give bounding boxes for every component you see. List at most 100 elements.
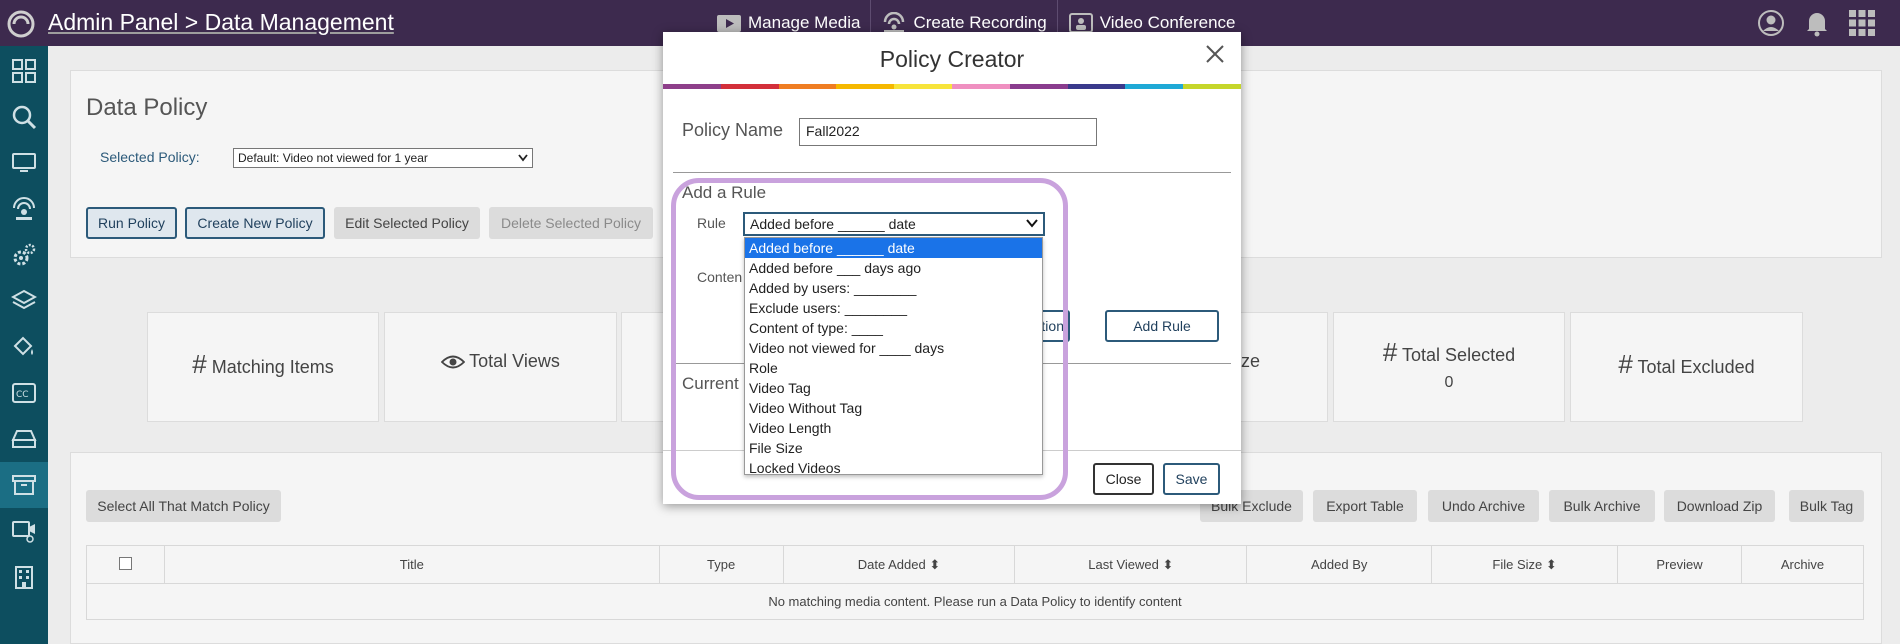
column-archive: Archive [1740, 545, 1865, 584]
sidebar-item-broadcast[interactable] [0, 186, 48, 232]
create-new-policy-button[interactable]: Create New Policy [185, 207, 325, 239]
table-header-row: Title Type Date Added ⬍ Last Viewed ⬍ Ad… [86, 545, 1865, 584]
results-table: Title Type Date Added ⬍ Last Viewed ⬍ Ad… [86, 545, 1865, 620]
bulk-archive-button[interactable]: Bulk Archive [1549, 490, 1655, 522]
search-icon [12, 105, 37, 130]
sidebar-item-settings[interactable] [0, 232, 48, 278]
rule-select[interactable]: Added before ______ date [743, 212, 1045, 236]
close-icon[interactable] [1203, 42, 1227, 66]
rainbow-segment [778, 84, 837, 89]
broadcast-icon [13, 197, 35, 220]
policy-name-label: Policy Name [682, 120, 784, 140]
closed-caption-icon: CC [12, 383, 36, 403]
chevron-down-icon [1026, 219, 1038, 228]
dropdown-option[interactable]: Video Without Tag [745, 398, 1042, 418]
column-title[interactable]: Title [163, 545, 660, 584]
dropdown-option[interactable]: Locked Videos [745, 458, 1042, 478]
dropdown-option[interactable]: Video Length [745, 418, 1042, 438]
video-conference-icon [1068, 13, 1093, 33]
bulk-tag-button[interactable]: Bulk Tag [1789, 490, 1864, 522]
dropdown-option[interactable]: Role [745, 358, 1042, 378]
select-all-checkbox-cell [86, 545, 165, 584]
policy-creator-modal: Policy Creator Policy Name Fall2022 Add … [663, 32, 1241, 504]
column-file-size[interactable]: File Size ⬍ [1431, 545, 1619, 584]
policy-name-input[interactable]: Fall2022 [799, 118, 1097, 146]
sidebar-item-archive[interactable] [0, 462, 48, 508]
sidebar-item-video[interactable] [0, 508, 48, 554]
sort-icon: ⬍ [1545, 556, 1557, 572]
sidebar-item-dashboard[interactable] [0, 48, 48, 94]
chevron-down-icon [518, 154, 528, 162]
sidebar-item-monitor[interactable] [0, 140, 48, 186]
dashboard-icon [12, 59, 36, 83]
breadcrumb[interactable]: Admin Panel > Data Management [48, 9, 394, 36]
rainbow-segment [894, 84, 952, 89]
column-type[interactable]: Type [658, 545, 784, 584]
column-date-added[interactable]: Date Added ⬍ [782, 545, 1016, 584]
stat-value: 0 [1444, 374, 1454, 391]
selected-policy-select[interactable]: Default: Video not viewed for 1 year [233, 148, 533, 168]
rule-selected-value: Added before ______ date [750, 216, 916, 232]
stat-label: Matching Items [211, 357, 334, 377]
dropdown-option[interactable]: Added before ______ date [745, 238, 1042, 258]
delete-selected-policy-button[interactable]: Delete Selected Policy [489, 207, 653, 239]
select-all-button[interactable]: Select All That Match Policy [86, 490, 281, 522]
hash-icon: # [1618, 349, 1633, 379]
stat-total-excluded: # Total Excluded [1570, 312, 1803, 422]
rainbow-segment [663, 84, 721, 89]
logo-icon[interactable] [6, 9, 36, 39]
layers-icon [11, 289, 37, 310]
create-recording-label: Create Recording [913, 13, 1047, 32]
dropdown-option[interactable]: Added by users: ________ [745, 278, 1042, 298]
dropdown-option[interactable]: Content of type: ____ [745, 318, 1042, 338]
divider [673, 172, 1231, 173]
dropdown-option[interactable]: Exclude users: ________ [745, 298, 1042, 318]
column-last-viewed[interactable]: Last Viewed ⬍ [1014, 545, 1248, 584]
undo-archive-button[interactable]: Undo Archive [1428, 490, 1539, 522]
film-icon [717, 15, 741, 32]
dropdown-option[interactable]: File Size [745, 438, 1042, 458]
sidebar-item-theme[interactable] [0, 324, 48, 370]
sidebar-item-layers[interactable] [0, 278, 48, 324]
user-icon[interactable] [1757, 9, 1785, 37]
stat-label: Total Selected [1402, 345, 1516, 365]
select-all-checkbox[interactable] [118, 556, 132, 570]
column-label: Last Viewed [1088, 556, 1159, 572]
download-zip-button[interactable]: Download Zip [1664, 490, 1775, 522]
sidebar-item-search[interactable] [0, 94, 48, 140]
rainbow-segment [836, 84, 895, 89]
sort-icon: ⬍ [1162, 556, 1174, 572]
run-policy-button[interactable]: Run Policy [86, 207, 177, 239]
video-camera-icon [12, 521, 35, 543]
dropdown-option[interactable]: Video Tag [745, 378, 1042, 398]
add-rule-button[interactable]: Add Rule [1105, 310, 1219, 342]
stat-size: ize [1232, 312, 1328, 422]
export-table-button[interactable]: Export Table [1313, 490, 1417, 522]
sidebar-item-organization[interactable] [0, 554, 48, 600]
dropdown-option[interactable]: Added before ___ days ago [745, 258, 1042, 278]
stat-label: Total Views [469, 351, 560, 371]
stat-total-selected: # Total Selected 0 [1333, 312, 1565, 422]
bell-icon[interactable] [1804, 9, 1830, 37]
rainbow-divider [663, 84, 1241, 89]
edit-selected-policy-button[interactable]: Edit Selected Policy [334, 207, 480, 239]
column-label: Date Added [857, 556, 926, 572]
selected-policy-label: Selected Policy: [100, 149, 200, 165]
monitor-icon [12, 153, 36, 172]
empty-table-message: No matching media content. Please run a … [86, 583, 1864, 620]
sidebar-item-storage[interactable] [0, 416, 48, 462]
rainbow-segment [951, 84, 1010, 89]
sidebar-item-captions[interactable]: CC [0, 370, 48, 416]
save-button[interactable]: Save [1163, 463, 1220, 495]
paint-bucket-icon [13, 336, 33, 356]
close-button[interactable]: Close [1093, 463, 1154, 495]
page-title: Data Policy [86, 94, 208, 121]
selected-policy-value: Default: Video not viewed for 1 year [238, 151, 428, 165]
manage-media-label: Manage Media [748, 13, 861, 32]
modal-title: Policy Creator [879, 46, 1025, 72]
building-icon [15, 566, 33, 589]
rainbow-segment [1009, 84, 1068, 89]
apps-grid-icon[interactable] [1848, 9, 1876, 37]
column-added-by[interactable]: Added By [1246, 545, 1433, 584]
dropdown-option[interactable]: Video not viewed for ____ days [745, 338, 1042, 358]
